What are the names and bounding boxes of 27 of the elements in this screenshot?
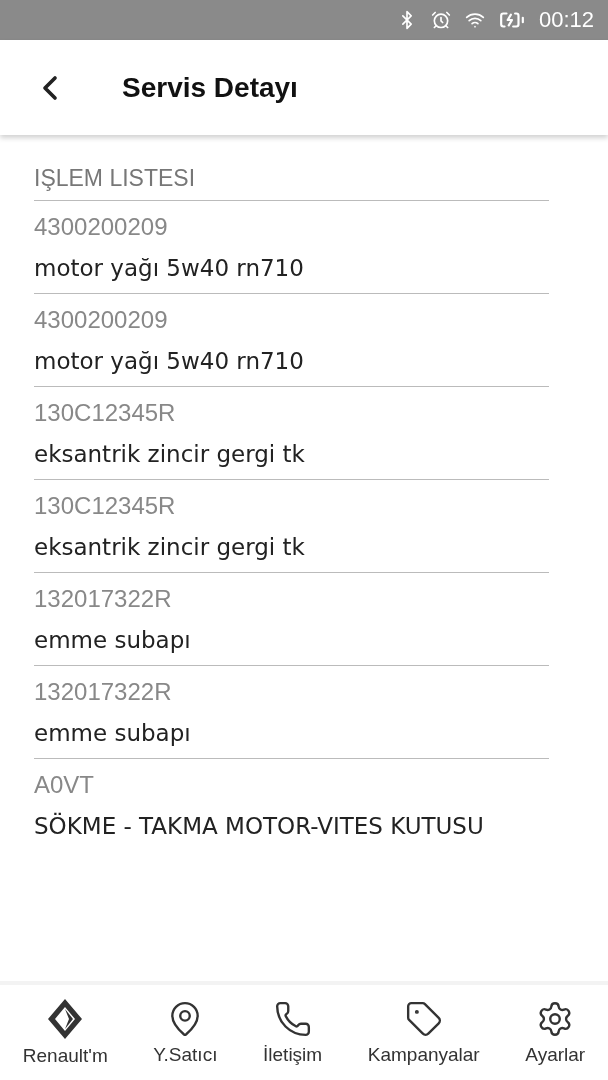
- part-code: 4300200209: [34, 306, 169, 334]
- nav-tab[interactable]: Y.Satıcı: [153, 999, 218, 1066]
- part-code: A0VT: [34, 771, 96, 799]
- wifi-icon: [464, 10, 485, 30]
- nav-tab[interactable]: Ayarlar: [525, 999, 586, 1066]
- part-name: emme subapı: [34, 720, 192, 746]
- status-time: 00:12: [538, 7, 594, 33]
- part-code: 4300200209: [34, 213, 169, 241]
- part-name: eksantrik zincir gergi tk: [34, 441, 306, 467]
- tag-icon: [404, 999, 443, 1038]
- part-code: 130C12345R: [34, 399, 177, 427]
- phone-icon: [273, 999, 312, 1038]
- part-name: eksantrik zincir gergi tk: [34, 534, 306, 560]
- nav-tab[interactable]: Kampanyalar: [367, 999, 480, 1066]
- part-name: SÖKME - TAKMA MOTOR-VITES KUTUSU: [34, 813, 485, 839]
- page-title: Servis Detayı: [122, 71, 298, 104]
- nav-tab[interactable]: Renault'm: [22, 998, 108, 1067]
- part-code: 132017322R: [34, 585, 173, 613]
- logo-icon: [48, 998, 83, 1039]
- alarm-icon: [430, 10, 451, 30]
- part-code: 130C12345R: [34, 492, 177, 520]
- part-name: motor yağı 5w40 rn710: [34, 255, 305, 281]
- part-name: motor yağı 5w40 rn710: [34, 348, 305, 374]
- nav-tab[interactable]: İletişim: [263, 999, 323, 1066]
- section-title: IŞLEM LISTESI: [34, 165, 549, 201]
- part-code: 132017322R: [34, 678, 173, 706]
- part-name: emme subapı: [34, 627, 192, 653]
